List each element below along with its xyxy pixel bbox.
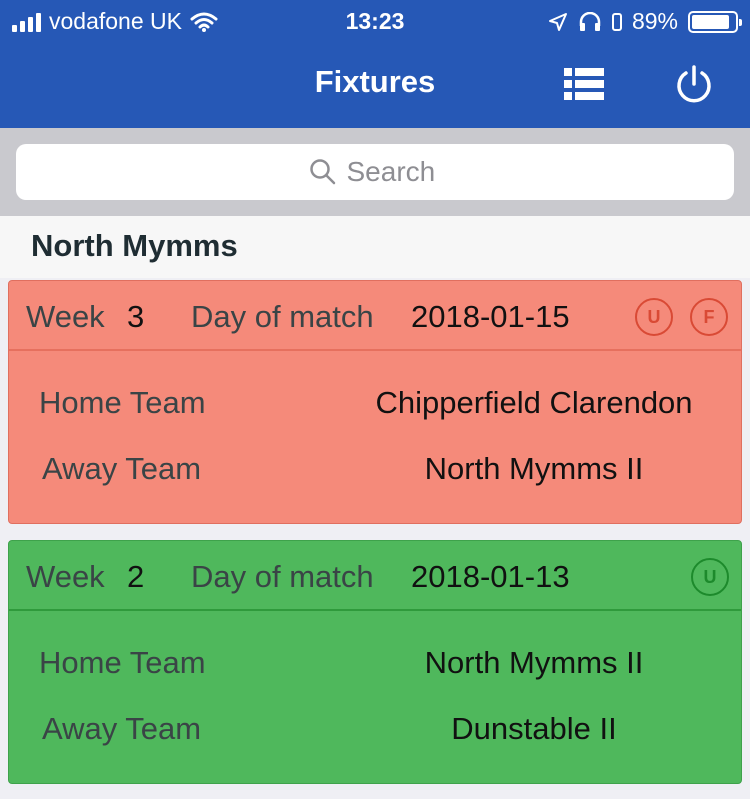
- home-team-label: Home Team: [39, 645, 206, 680]
- battery-percent: 89%: [631, 8, 678, 34]
- match-date: 2018-01-15: [411, 299, 570, 334]
- search-icon: [309, 159, 335, 185]
- week-label: Week: [26, 299, 105, 334]
- search-field[interactable]: [16, 144, 734, 200]
- status-right: 89%: [548, 8, 742, 35]
- orientation-lock-icon: [611, 12, 622, 31]
- away-team-name: Dunstable II: [451, 711, 617, 746]
- home-team-name: Chipperfield Clarendon: [375, 385, 693, 420]
- week-value: 3: [127, 299, 145, 334]
- logout-button[interactable]: [672, 62, 716, 106]
- headphones-icon: [579, 11, 601, 31]
- battery-icon: [688, 10, 742, 33]
- page-title: Fixtures: [314, 64, 436, 99]
- fixture-card[interactable]: Week 2 Day of match 2018-01-13 U Home Te…: [8, 540, 742, 784]
- fixture-header: Week 2 Day of match 2018-01-13 U: [9, 541, 741, 611]
- list-icon: [564, 68, 604, 100]
- week-value: 2: [127, 559, 145, 594]
- section-header: North Mymms: [0, 216, 750, 278]
- week-label: Week: [26, 559, 105, 594]
- match-date: 2018-01-13: [411, 559, 570, 594]
- fixture-header: Week 3 Day of match 2018-01-15 U F: [9, 281, 741, 351]
- home-team-name: North Mymms II: [424, 645, 644, 680]
- location-arrow-icon: [548, 12, 567, 31]
- list-view-button[interactable]: [562, 62, 606, 106]
- status-bar: vodafone UK 13:23 89%: [0, 0, 750, 42]
- battery-fill: [692, 14, 730, 29]
- power-icon: [677, 65, 711, 103]
- day-of-match-label: Day of match: [191, 559, 374, 594]
- search-bar: [0, 128, 750, 216]
- home-team-label: Home Team: [39, 385, 206, 420]
- fixture-card[interactable]: Week 3 Day of match 2018-01-15 U F Home …: [8, 280, 742, 524]
- day-of-match-label: Day of match: [191, 299, 374, 334]
- navigation-bar: Fixtures: [0, 42, 750, 128]
- away-team-label: Away Team: [42, 711, 202, 746]
- status-badge-u: U: [691, 558, 729, 596]
- search-input[interactable]: [346, 156, 442, 188]
- status-badge-f: F: [690, 298, 728, 336]
- section-title: North Mymms: [31, 228, 238, 263]
- away-team-name: North Mymms II: [424, 451, 644, 486]
- away-team-label: Away Team: [42, 451, 202, 486]
- status-badge-u: U: [635, 298, 673, 336]
